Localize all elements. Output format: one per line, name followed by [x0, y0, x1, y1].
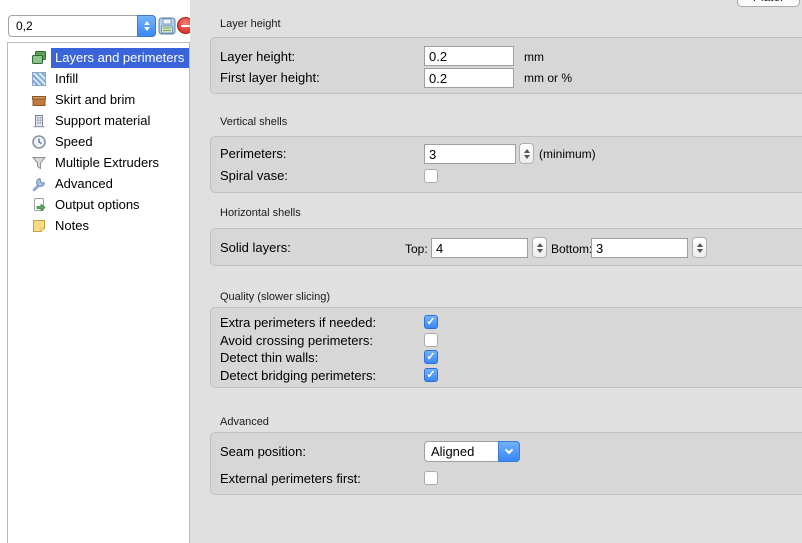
preset-combobox[interactable] [8, 15, 156, 37]
minimum-note: (minimum) [539, 147, 596, 161]
chevron-down-icon [505, 446, 513, 454]
field-label: Layer height: [220, 49, 295, 64]
stepper-up-icon [524, 149, 530, 153]
building-icon [30, 113, 47, 129]
floppy-disk-icon [158, 17, 176, 35]
section-title-quality: Quality (slower slicing) [220, 291, 330, 303]
bottom-label: Bottom: [551, 242, 592, 256]
sidebar-item-infill[interactable]: Infill [8, 68, 189, 89]
field-label: Perimeters: [220, 146, 286, 161]
seam-position-value: Aligned [431, 444, 474, 459]
sidebar-item-label: Infill [51, 69, 83, 89]
solid-layers-bottom-input[interactable] [591, 238, 688, 258]
seam-position-select[interactable]: Aligned [424, 441, 520, 462]
page-arrow-icon [30, 197, 47, 213]
top-right-partial-button[interactable]: Plater [737, 0, 800, 7]
stepper-up-icon [537, 243, 543, 247]
detect-thin-walls-checkbox[interactable] [424, 350, 438, 364]
stepper-down-icon [537, 249, 543, 253]
infill-icon [30, 71, 47, 87]
sidebar-item-label: Support material [51, 111, 155, 131]
field-label: Spiral vase: [220, 168, 288, 183]
stepper-down-icon [524, 155, 530, 159]
field-label: Avoid crossing perimeters: [220, 333, 373, 348]
sidebar-item-speed[interactable]: Speed [8, 131, 189, 152]
sidebar-item-label: Output options [51, 195, 145, 215]
settings-category-list: Layers and perimeters Infill Skirt and b… [7, 42, 190, 543]
sidebar-item-advanced[interactable]: Advanced [8, 173, 189, 194]
sidebar-panel: Layers and perimeters Infill Skirt and b… [0, 0, 190, 543]
layers-icon [30, 50, 47, 66]
section-title-vertical-shells: Vertical shells [220, 116, 287, 128]
minus-icon [181, 25, 190, 27]
box-icon [30, 92, 47, 108]
stepper-down-icon [697, 249, 703, 253]
print-settings-window: Layers and perimeters Infill Skirt and b… [0, 0, 802, 543]
sidebar-item-label: Speed [51, 132, 98, 152]
note-icon [30, 218, 47, 234]
detect-bridging-perimeters-checkbox[interactable] [424, 368, 438, 382]
avoid-crossing-perimeters-checkbox[interactable] [424, 333, 438, 347]
preset-stepper[interactable] [137, 15, 156, 37]
sidebar-item-label: Layers and perimeters [51, 48, 189, 68]
solid-layers-bottom-stepper[interactable] [692, 237, 707, 258]
sidebar-item-skirt-and-brim[interactable]: Skirt and brim [8, 89, 189, 110]
extra-perimeters-checkbox[interactable] [424, 315, 438, 329]
top-label: Top: [405, 242, 428, 256]
chevron-up-icon [144, 21, 150, 25]
section-title-layer-height: Layer height [220, 18, 281, 30]
field-label: Detect bridging perimeters: [220, 368, 376, 383]
sidebar-item-notes[interactable]: Notes [8, 215, 189, 236]
clock-icon [30, 134, 47, 150]
field-label: First layer height: [220, 70, 320, 85]
settings-panel: Plater Layer height Layer height: mm Fir… [190, 0, 802, 543]
perimeters-stepper[interactable] [519, 143, 534, 164]
solid-layers-top-input[interactable] [431, 238, 528, 258]
unit-label: mm [524, 50, 544, 64]
external-perimeters-first-checkbox[interactable] [424, 471, 438, 485]
spiral-vase-checkbox[interactable] [424, 169, 438, 183]
sidebar-item-support-material[interactable]: Support material [8, 110, 189, 131]
sidebar-item-label: Notes [51, 216, 94, 236]
stepper-up-icon [697, 243, 703, 247]
partial-button-label: Plater [738, 0, 799, 4]
layer-height-input[interactable] [424, 46, 514, 66]
funnel-icon [30, 155, 47, 171]
section-title-advanced: Advanced [220, 416, 269, 428]
save-preset-button[interactable] [158, 17, 176, 35]
field-label: Detect thin walls: [220, 350, 318, 365]
perimeters-input[interactable] [424, 144, 516, 164]
select-cap [498, 441, 520, 462]
field-label: Extra perimeters if needed: [220, 315, 376, 330]
section-title-horizontal-shells: Horizontal shells [220, 207, 301, 219]
sidebar-item-multiple-extruders[interactable]: Multiple Extruders [8, 152, 189, 173]
chevron-down-icon [144, 27, 150, 31]
solid-layers-top-stepper[interactable] [532, 237, 547, 258]
sidebar-item-layers-and-perimeters[interactable]: Layers and perimeters [8, 47, 189, 68]
field-label: Solid layers: [220, 240, 291, 255]
sidebar-item-label: Skirt and brim [51, 90, 140, 110]
sidebar-item-output-options[interactable]: Output options [8, 194, 189, 215]
wrench-icon [30, 176, 47, 192]
field-label: External perimeters first: [220, 471, 361, 486]
sidebar-item-label: Advanced [51, 174, 118, 194]
preset-input[interactable] [11, 17, 133, 35]
unit-label: mm or % [524, 71, 572, 85]
first-layer-height-input[interactable] [424, 68, 514, 88]
field-label: Seam position: [220, 444, 306, 459]
sidebar-item-label: Multiple Extruders [51, 153, 164, 173]
